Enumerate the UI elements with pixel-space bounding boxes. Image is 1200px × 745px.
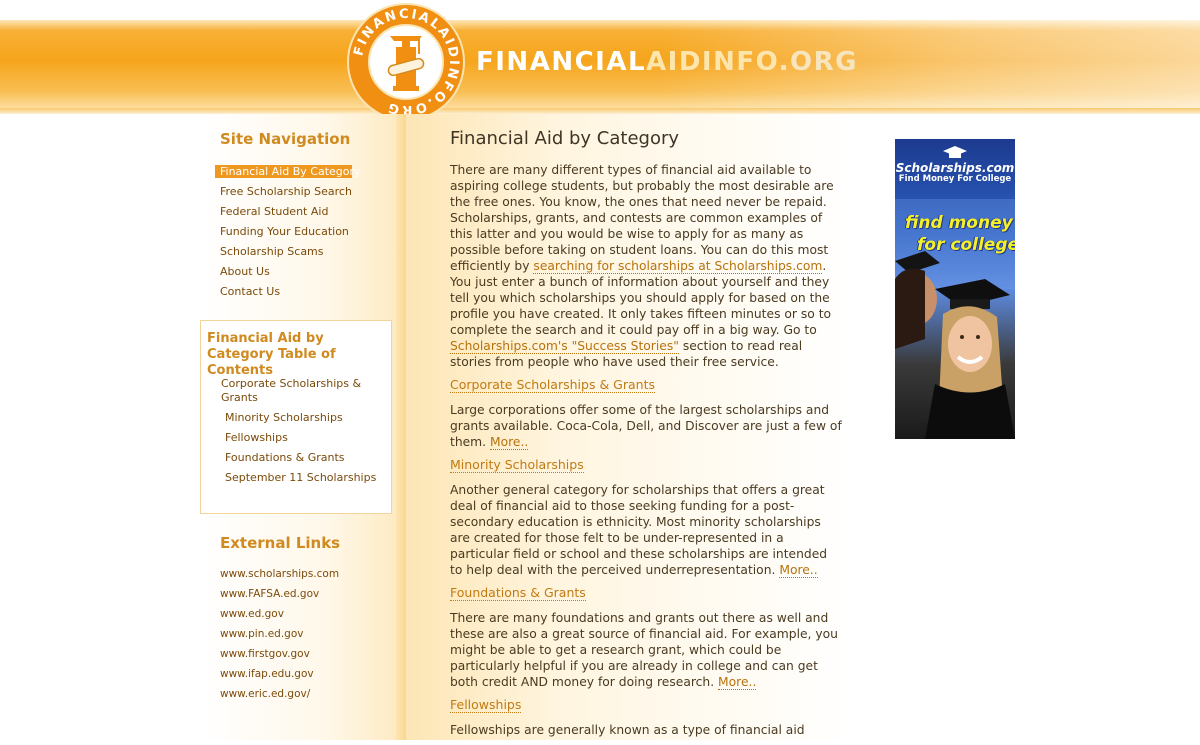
more-link-foundations[interactable]: More..	[718, 675, 757, 690]
ad-slogan-line-1: find money	[905, 213, 1013, 233]
ad-slogan-line-2: for college.	[917, 235, 1015, 255]
site-navigation-list: Financial Aid By Category Free Scholarsh…	[215, 162, 395, 302]
more-link-minority[interactable]: More..	[779, 563, 818, 578]
ad-graduates-image-icon	[895, 146, 1015, 439]
toc-item-foundations-grants[interactable]: Foundations & Grants	[220, 451, 385, 465]
section-text-foundations: There are many foundations and grants ou…	[450, 611, 838, 690]
more-link-corporate[interactable]: More..	[489, 435, 529, 450]
article: Financial Aid by Category There are many…	[450, 128, 842, 745]
toc-item-fellowships[interactable]: Fellowships	[220, 431, 385, 445]
success-stories-link[interactable]: Scholarships.com's "Success Stories"	[450, 339, 679, 354]
nav-item-funding-your-education[interactable]: Funding Your Education	[215, 222, 395, 242]
ext-link-eric[interactable]: www.eric.ed.gov/	[220, 684, 390, 704]
section-heading-corporate[interactable]: Corporate Scholarships & Grants	[450, 377, 842, 393]
section-heading-fellowships[interactable]: Fellowships	[450, 697, 842, 713]
section-text-fellowships: Fellowships are generally known as a typ…	[450, 723, 805, 737]
toc-item-september-11-scholarships[interactable]: September 11 Scholarships	[220, 471, 385, 485]
intro-paragraph: There are many different types of financ…	[450, 163, 834, 369]
site-navigation-heading: Site Navigation	[220, 130, 351, 148]
external-links-heading: External Links	[220, 534, 341, 552]
section-heading-foundations[interactable]: Foundations & Grants	[450, 585, 842, 601]
section-heading-minority[interactable]: Minority Scholarships	[450, 457, 842, 473]
logo-text-org: .ORG	[778, 47, 858, 77]
section-text-minority: Another general category for scholarship…	[450, 483, 828, 578]
toc-list: Corporate Scholarships & Grants Minority…	[220, 377, 385, 491]
ext-link-ifap[interactable]: www.ifap.edu.gov	[220, 664, 390, 684]
ext-link-fafsa[interactable]: www.FAFSA.ed.gov	[220, 584, 390, 604]
logo-text-financial: FINANCIAL	[476, 47, 647, 77]
ad-tagline: Find Money For College	[898, 174, 1012, 184]
nav-item-federal-student-aid[interactable]: Federal Student Aid	[215, 202, 395, 222]
toc-item-corporate-scholarships[interactable]: Corporate Scholarships & Grants	[215, 377, 385, 405]
section-text-corporate: Large corporations offer some of the lar…	[450, 403, 842, 450]
nav-item-financial-aid-by-category[interactable]: Financial Aid By Category	[215, 165, 361, 178]
ext-link-firstgov[interactable]: www.firstgov.gov	[220, 644, 390, 664]
header-top-strip	[0, 0, 1200, 20]
left-sidebar: Site Navigation Financial Aid By Categor…	[200, 114, 406, 740]
nav-item-free-scholarship-search[interactable]: Free Scholarship Search	[215, 182, 395, 202]
logo-text-aidinfo: AIDINFO	[646, 47, 779, 77]
ext-link-pin-ed-gov[interactable]: www.pin.ed.gov	[220, 624, 390, 644]
nav-item-contact-us[interactable]: Contact Us	[215, 282, 395, 302]
main-content-column: Financial Aid by Category There are many…	[406, 114, 856, 740]
nav-item-scholarship-scams[interactable]: Scholarship Scams	[215, 242, 395, 262]
toc-title: Financial Aid by Category Table of Conte…	[207, 331, 336, 378]
ad-brand: Scholarships.com	[895, 161, 1015, 175]
site-header: FINANCIALAIDINFO.ORG FINANCIALAIDINFO.OR…	[0, 0, 1200, 122]
ext-link-scholarships[interactable]: www.scholarships.com	[220, 564, 390, 584]
page-title: Financial Aid by Category	[450, 128, 680, 149]
site-title-logo[interactable]: FINANCIALAIDINFO.ORG	[476, 44, 858, 80]
graduation-seal-logo-icon[interactable]: FINANCIALAIDINFO.ORG	[346, 2, 466, 122]
external-links-list: www.scholarships.com www.FAFSA.ed.gov ww…	[220, 564, 390, 704]
scholarship-search-link[interactable]: searching for scholarships at Scholarshi…	[533, 259, 823, 274]
scholarships-ad-banner[interactable]: Scholarships.com Find Money For College …	[895, 139, 1015, 439]
toc-item-minority-scholarships[interactable]: Minority Scholarships	[220, 411, 385, 425]
nav-item-about-us[interactable]: About Us	[215, 262, 395, 282]
ext-link-ed-gov[interactable]: www.ed.gov	[220, 604, 390, 624]
